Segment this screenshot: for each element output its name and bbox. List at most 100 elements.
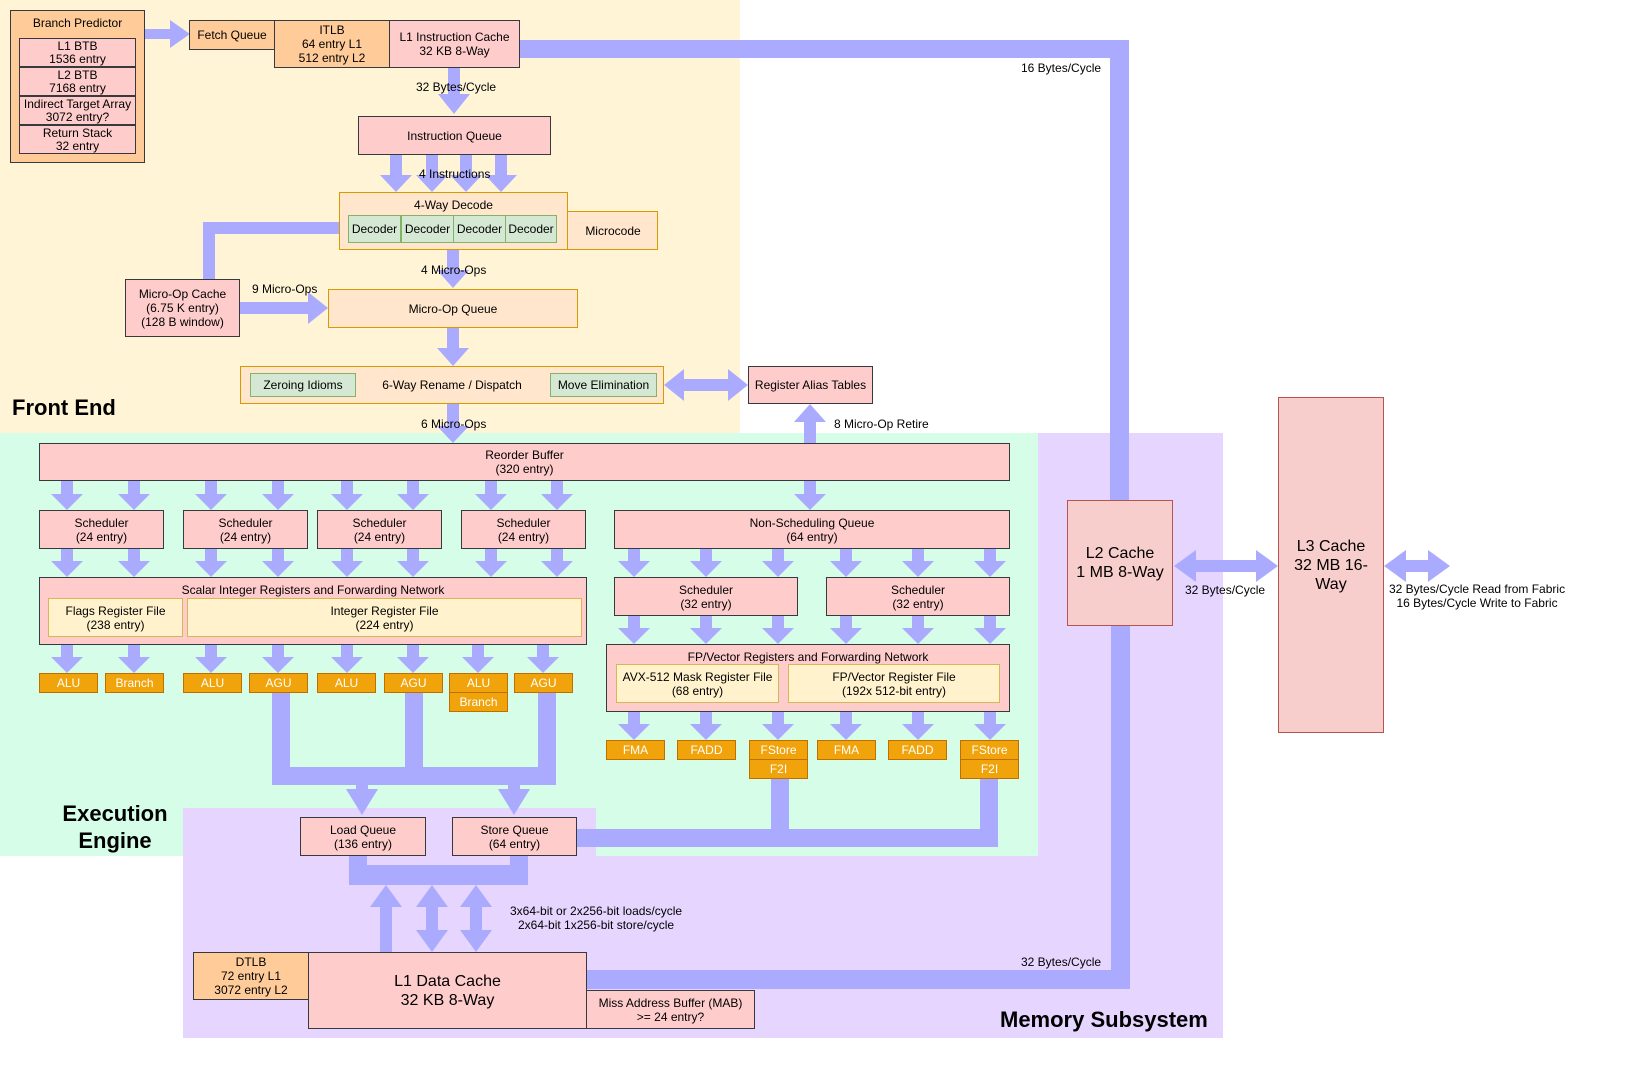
branch-predictor-entry: L1 BTB 1536 entry: [19, 38, 136, 67]
flags-line2: (238 entry): [86, 617, 145, 632]
integer-scheduler-line2: (24 entry): [219, 529, 272, 544]
branch-predictor-entry: Return Stack 32 entry: [19, 125, 136, 154]
arrow-rob-to-scheduler: [475, 481, 507, 510]
fabric-line2: 16 Bytes/Cycle Write to Fabric: [1396, 596, 1558, 610]
l1-instruction-cache: L1 Instruction Cache 32 KB 8-Way: [389, 20, 520, 68]
nsq-line1: Non-Scheduling Queue: [749, 515, 875, 530]
mab-line2: >= 24 entry?: [636, 1009, 705, 1024]
integer-execution-unit-line1: AGU: [400, 676, 427, 690]
arrow-fpregs-to-unit: [762, 712, 794, 740]
decoder-line1: Decoder: [508, 222, 554, 236]
branch-predictor-title: Branch Predictor: [32, 16, 123, 30]
label-four-instructions: 4 Instructions: [419, 167, 491, 181]
integer-scheduler-line2: (24 entry): [497, 529, 550, 544]
branch-predictor-entry: Indirect Target Array 3072 entry?: [19, 96, 136, 125]
arrow-intregs-to-unit: [397, 645, 429, 673]
integer-execution-unit: ALU: [183, 673, 242, 693]
fetch-queue: Fetch Queue: [189, 20, 275, 50]
integer-execution-unit-line1: ALU: [466, 676, 491, 690]
uop-cache-line2: (6.75 K entry): [146, 301, 219, 315]
vrf-line1: FP/Vector Register File: [832, 669, 956, 684]
fp-regs-title: FP/Vector Registers and Forwarding Netwo…: [687, 650, 929, 664]
irf-line2: (224 entry): [355, 617, 414, 632]
nsq-line2: (64 entry): [786, 529, 838, 544]
arrow-nsq-to-fpsched: [830, 549, 862, 577]
branch-predictor-entry-line2: 7168 entry: [49, 80, 106, 95]
integer-execution-unit: ALU: [449, 673, 508, 693]
arrow-rob-to-scheduler: [195, 481, 227, 510]
fp-execution-unit: FADD: [888, 740, 947, 760]
arrow-intregs-to-unit: [462, 645, 494, 673]
rob-line1: Reorder Buffer: [485, 448, 564, 462]
fp-execution-unit-f2i: F2I: [960, 759, 1019, 779]
decoder: Decoder: [348, 215, 401, 243]
fabric-line1: 32 Bytes/Cycle Read from Fabric: [1389, 582, 1566, 596]
integer-scheduler-line1: Scheduler: [352, 515, 407, 530]
l1i-line1: L1 Instruction Cache: [399, 30, 510, 44]
integer-register-file: Integer Register File (224 entry): [187, 598, 582, 637]
integer-execution-unit-line1: AGU: [530, 676, 557, 690]
fp-scheduler-line2: (32 entry): [680, 596, 732, 611]
irf-line1: Integer Register File: [330, 603, 439, 618]
integer-execution-unit-line1: Branch: [115, 676, 154, 690]
arrow-uopq-to-rename: [437, 328, 469, 366]
decode-title: 4-Way Decode: [414, 198, 493, 212]
fp-execution-unit-line1: FMA: [833, 743, 860, 757]
arrow-rob-to-nsq: [794, 481, 826, 510]
l3-line2: 32 MB 16-Way: [1294, 556, 1368, 593]
decoder: Decoder: [505, 215, 557, 243]
fp-execution-unit: FMA: [817, 740, 876, 760]
path-agu-to-lsq: [272, 693, 556, 815]
mask-line1: AVX-512 Mask Register File: [622, 669, 773, 684]
arrow-fpregs-to-unit: [690, 712, 722, 740]
dtlb-line2: 72 entry L1: [220, 969, 282, 983]
l1d-bw-line1: 3x64-bit or 2x256-bit loads/cycle: [510, 904, 683, 918]
sq-line1: Store Queue: [480, 822, 549, 837]
fp-execution-unit-line1: FStore: [760, 743, 797, 757]
branch-predictor-entry: L2 BTB 7168 entry: [19, 67, 136, 96]
integer-execution-unit-line1: AGU: [265, 676, 292, 690]
register-alias-tables: Register Alias Tables: [748, 366, 873, 404]
integer-scheduler-line2: (24 entry): [75, 529, 128, 544]
fp-scheduler-line1: Scheduler: [890, 582, 946, 597]
fp-execution-unit-f2i: F2I: [749, 759, 808, 779]
fp-execution-unit-line1: FADD: [901, 743, 934, 757]
path-decode-to-uopcache: [203, 222, 339, 280]
arrow-scheduler-to-intregs: [541, 549, 573, 577]
uop-cache-line1: Micro-Op Cache: [138, 287, 227, 301]
itlb-line1: ITLB: [319, 23, 345, 37]
arrow-fpregs-to-unit: [830, 712, 862, 740]
integer-scheduler-line2: (24 entry): [353, 529, 406, 544]
instruction-queue: Instruction Queue: [358, 116, 551, 155]
arrow-scheduler-to-intregs: [118, 549, 150, 577]
integer-scheduler-line1: Scheduler: [496, 515, 551, 530]
arrow-fpsched-to-fpregs: [974, 616, 1006, 644]
decoder-line1: Decoder: [404, 222, 451, 236]
arrow-rob-to-scheduler: [118, 481, 150, 510]
arrow-uopcache-to-uopq: [240, 292, 328, 324]
label-nine-uops: 9 Micro-Ops: [252, 282, 318, 296]
move-elimination: Move Elimination: [550, 373, 657, 397]
integer-scheduler-line1: Scheduler: [218, 515, 273, 530]
arrow-fpsched-to-fpregs: [902, 616, 934, 644]
execution-engine-label: Execution Engine: [52, 800, 178, 854]
l1d-bw-line2: 2x64-bit 1x256-bit store/cycle: [518, 918, 675, 932]
dtlb-line3: 3072 entry L2: [214, 983, 288, 997]
label-fabric: 32 Bytes/Cycle Read from Fabric 16 Bytes…: [1389, 582, 1565, 610]
arrow-rob-to-scheduler: [541, 481, 573, 510]
arrow-l3-fabric: [1384, 550, 1450, 582]
arrow-fpregs-to-unit: [618, 712, 650, 740]
arrow-fpregs-to-unit: [902, 712, 934, 740]
arrow-nsq-to-fpsched: [974, 549, 1006, 577]
itlb: ITLB 64 entry L1 512 entry L2: [274, 20, 390, 68]
integer-execution-unit: ALU: [39, 673, 98, 693]
fp-vector-register-file: FP/Vector Register File (192x 512-bit en…: [788, 664, 1000, 703]
arrow-rob-to-scheduler: [262, 481, 294, 510]
front-end-label: Front End: [12, 395, 116, 420]
arrow-scheduler-to-intregs: [195, 549, 227, 577]
fp-execution-unit-line1: FMA: [622, 743, 649, 757]
rename-title: 6-Way Rename / Dispatch: [382, 378, 522, 392]
itlb-line2: 64 entry L1: [301, 37, 363, 51]
integer-execution-unit: AGU: [514, 673, 573, 693]
arrow-scheduler-to-intregs: [331, 549, 363, 577]
